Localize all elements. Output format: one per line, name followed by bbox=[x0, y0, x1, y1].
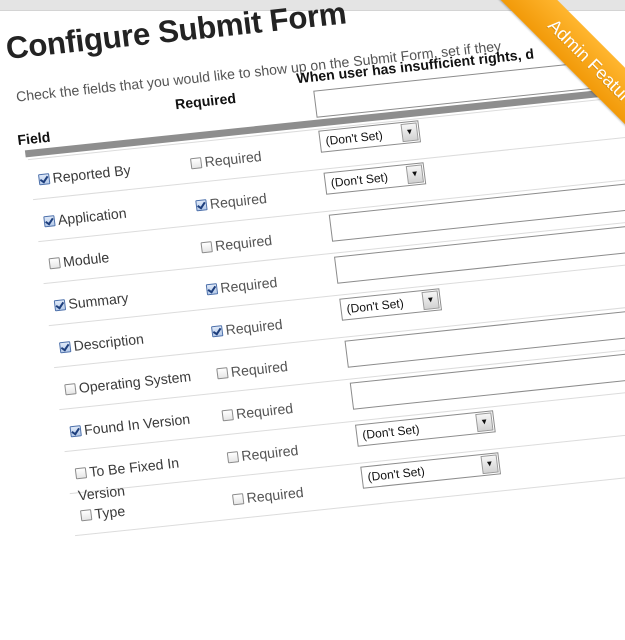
required-label: Required bbox=[219, 274, 278, 296]
field-cell: Type bbox=[79, 488, 234, 526]
show-field-checkbox[interactable] bbox=[59, 341, 71, 353]
required-checkbox[interactable] bbox=[195, 199, 207, 211]
required-label: Required bbox=[214, 232, 273, 254]
required-label: Required bbox=[225, 316, 284, 338]
field-cell: Found In Version bbox=[69, 404, 224, 442]
show-field-checkbox[interactable] bbox=[38, 173, 50, 185]
required-cell: Required bbox=[226, 439, 300, 468]
field-label: Found In Version bbox=[83, 411, 191, 438]
required-cell: Required bbox=[189, 145, 263, 174]
required-checkbox[interactable] bbox=[227, 451, 239, 463]
field-cell: Operating System bbox=[64, 362, 219, 400]
required-cell: Required bbox=[216, 355, 290, 384]
select-value: (Don't Set) bbox=[366, 461, 425, 487]
required-label: Required bbox=[230, 358, 289, 380]
dropdown-arrow-icon[interactable]: ▼ bbox=[406, 164, 424, 184]
dropdown-arrow-icon[interactable]: ▼ bbox=[475, 412, 493, 432]
field-cell: Module bbox=[48, 236, 203, 274]
required-checkbox[interactable] bbox=[216, 367, 228, 379]
show-field-checkbox[interactable] bbox=[43, 215, 55, 227]
show-field-checkbox[interactable] bbox=[49, 257, 61, 269]
required-checkbox[interactable] bbox=[201, 241, 213, 253]
select-value: (Don't Set) bbox=[361, 419, 420, 445]
field-label: Application bbox=[57, 205, 128, 228]
required-cell: Required bbox=[200, 229, 274, 258]
required-label: Required bbox=[209, 190, 268, 212]
required-cell: Required bbox=[210, 313, 284, 342]
required-label: Required bbox=[204, 148, 263, 170]
required-checkbox[interactable] bbox=[211, 325, 223, 337]
required-checkbox[interactable] bbox=[232, 493, 244, 505]
show-field-checkbox[interactable] bbox=[80, 509, 92, 521]
dropdown-arrow-icon[interactable]: ▼ bbox=[422, 290, 440, 310]
required-cell: Required bbox=[221, 397, 295, 426]
required-checkbox[interactable] bbox=[190, 157, 202, 169]
admin-feature-ribbon: Admin Feature bbox=[465, 0, 625, 160]
field-label: Summary bbox=[67, 290, 129, 312]
ribbon-label: Admin Feature bbox=[494, 0, 625, 160]
field-label: Type bbox=[94, 503, 126, 522]
select-value: (Don't Set) bbox=[324, 125, 383, 151]
required-cell: Required bbox=[195, 187, 269, 216]
field-cell: Reported By bbox=[37, 152, 192, 190]
field-label: Operating System bbox=[78, 368, 192, 396]
dropdown-arrow-icon[interactable]: ▼ bbox=[481, 454, 499, 474]
show-field-checkbox[interactable] bbox=[54, 299, 66, 311]
show-field-checkbox[interactable] bbox=[64, 383, 76, 395]
field-label: Module bbox=[62, 249, 110, 270]
field-cell: Description bbox=[58, 320, 213, 358]
show-field-checkbox[interactable] bbox=[70, 425, 82, 437]
required-label: Required bbox=[240, 442, 299, 464]
required-checkbox[interactable] bbox=[206, 283, 218, 295]
show-field-checkbox[interactable] bbox=[75, 467, 87, 479]
page-title: Configure Submit Form bbox=[4, 0, 348, 67]
field-cell: Summary bbox=[53, 278, 208, 316]
field-label: Description bbox=[73, 330, 145, 353]
required-cell: Required bbox=[231, 481, 305, 510]
required-label: Required bbox=[246, 484, 305, 506]
select-value: (Don't Set) bbox=[330, 167, 389, 193]
required-checkbox[interactable] bbox=[222, 409, 234, 421]
dropdown-arrow-icon[interactable]: ▼ bbox=[401, 122, 419, 142]
required-cell: Required bbox=[205, 271, 279, 300]
field-label: Reported By bbox=[52, 162, 132, 186]
select-value: (Don't Set) bbox=[345, 293, 404, 319]
required-label: Required bbox=[235, 400, 294, 422]
field-cell: Application bbox=[43, 194, 198, 232]
